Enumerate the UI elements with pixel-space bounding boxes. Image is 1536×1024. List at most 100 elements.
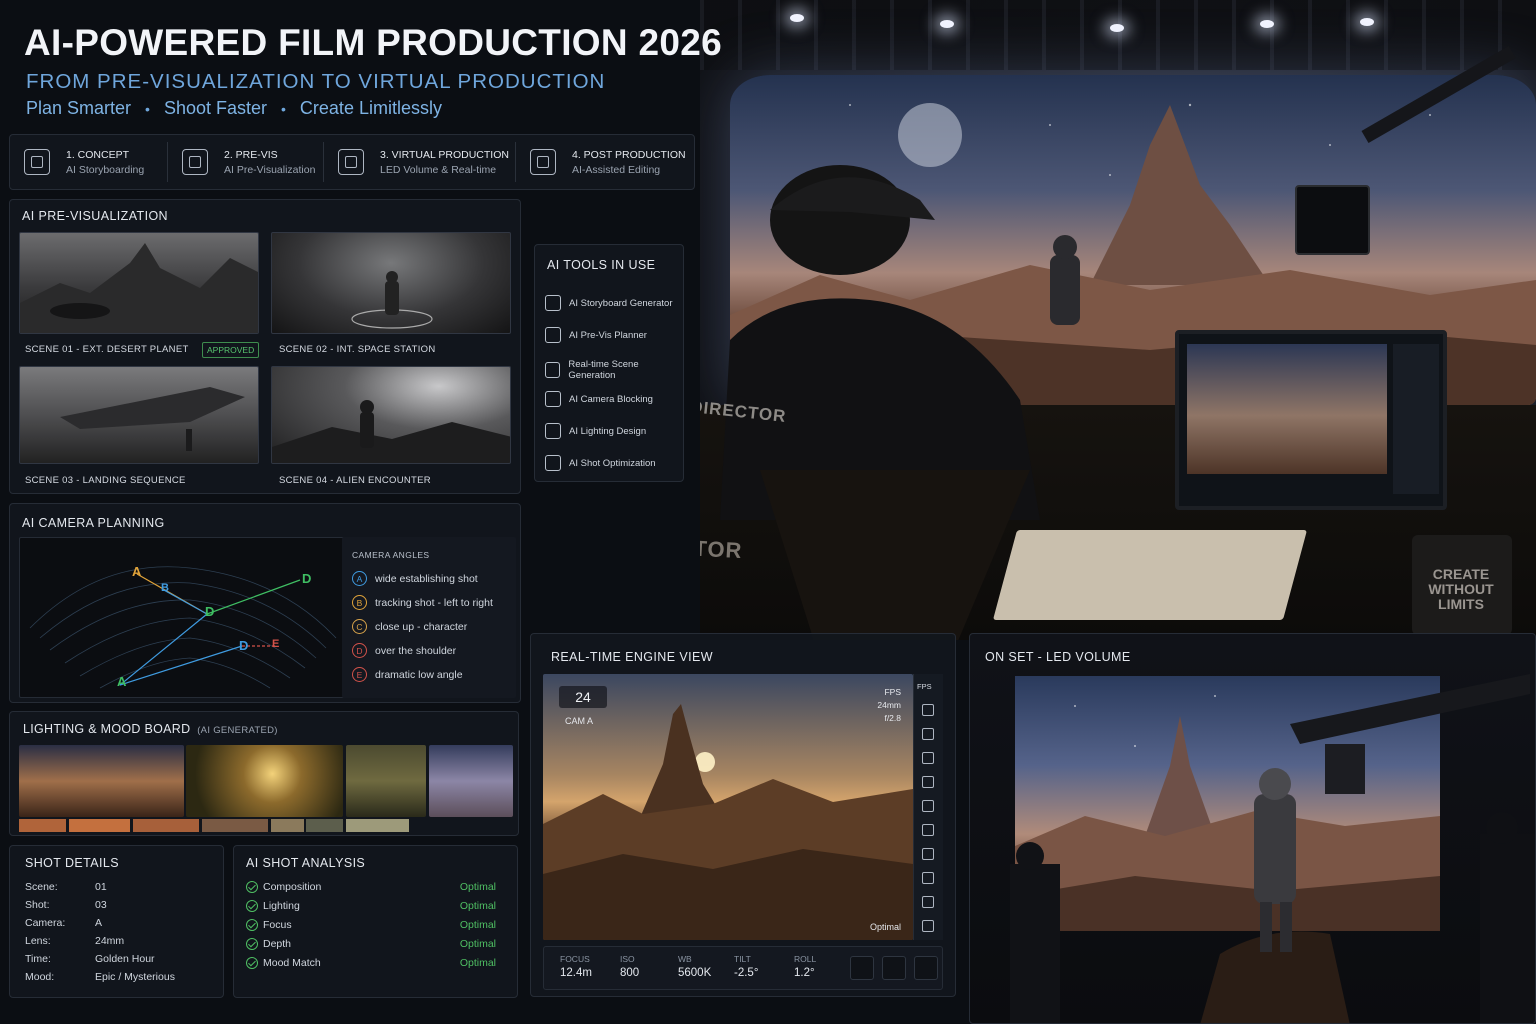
color-swatch[interactable] xyxy=(271,819,304,832)
lightbulb-icon xyxy=(545,423,561,439)
camera-readout-bar: FOCUS 12.4m ISO 800 WB 5600K TILT -2.5° ROLL… xyxy=(543,946,943,990)
previs-panel: AI PRE-VISUALIZATION SCENE 01 - EXT. DES… xyxy=(9,199,521,494)
panel-title: REAL-TIME ENGINE VIEW xyxy=(551,650,713,664)
analysis-label: Focus xyxy=(263,919,292,931)
angle-badge: E xyxy=(352,667,367,682)
workflow-step-virtual-production[interactable]: 3. VIRTUAL PRODUCTION LED Volume & Real-t… xyxy=(324,142,516,182)
alien-encounter-sketch xyxy=(272,400,510,463)
color-swatch[interactable] xyxy=(202,819,268,832)
coffee-mug: CREATE WITHOUT LIMITS xyxy=(1412,535,1512,635)
play-tool-icon[interactable] xyxy=(922,824,934,836)
color-swatch[interactable] xyxy=(69,819,130,832)
export-tool-icon[interactable] xyxy=(922,800,934,812)
camera-planning-panel: AI CAMERA PLANNING A B D D A D E CAMERA … xyxy=(9,503,521,703)
color-swatch[interactable] xyxy=(346,819,409,832)
scene-label: SCENE 04 - ALIEN ENCOUNTER xyxy=(279,475,431,486)
angle-item[interactable]: Cclose up - character xyxy=(352,619,467,634)
scene-thumbnail-01[interactable] xyxy=(19,232,259,334)
readout-value: 1.2° xyxy=(794,967,815,979)
mood-image-forest[interactable] xyxy=(186,745,343,817)
tool-item[interactable]: AI Pre-Vis Planner xyxy=(545,327,647,343)
move-tool-icon[interactable] xyxy=(922,704,934,716)
step-desc: LED Volume & Real-time xyxy=(380,163,497,176)
scene-thumbnail-03[interactable] xyxy=(19,366,259,464)
detail-key: Time: xyxy=(25,953,51,965)
link-icon[interactable] xyxy=(882,956,906,980)
side-fps-label: FPS xyxy=(917,682,932,691)
angle-item[interactable]: Edramatic low angle xyxy=(352,667,463,682)
check-icon xyxy=(246,900,258,912)
terrain-camera-map[interactable]: A B D D A D E xyxy=(19,537,345,698)
analysis-label: Mood Match xyxy=(263,957,321,969)
color-swatch[interactable] xyxy=(133,819,199,832)
angle-badge: D xyxy=(352,643,367,658)
tagline-item: Plan Smarter xyxy=(26,98,132,118)
workflow-step-post-production[interactable]: 4. POST PRODUCTION AI-Assisted Editing xyxy=(516,142,694,182)
color-swatch[interactable] xyxy=(19,819,66,832)
readout-value: 5600K xyxy=(678,967,712,979)
angle-item[interactable]: Btracking shot - left to right xyxy=(352,595,493,610)
tool-item[interactable]: AI Lighting Design xyxy=(545,423,646,439)
camera-blocking-icon xyxy=(545,391,561,407)
detail-row: Scene: 01 xyxy=(25,881,107,893)
scene-thumbnail-04[interactable] xyxy=(271,366,511,464)
mood-image-night[interactable] xyxy=(429,745,513,817)
previs-icon xyxy=(182,149,208,175)
angle-badge: C xyxy=(352,619,367,634)
tool-item[interactable]: AI Camera Blocking xyxy=(545,391,653,407)
chart-icon[interactable] xyxy=(850,956,874,980)
tool-label: Real-time Scene Generation xyxy=(568,359,639,381)
grid-tool-icon[interactable] xyxy=(922,848,934,860)
workflow-step-concept[interactable]: 1. CONCEPT AI Storyboarding xyxy=(10,142,168,182)
chevron-down-icon[interactable] xyxy=(922,920,934,932)
panel-title: LIGHTING & MOOD BOARD (AI GENERATED) xyxy=(23,722,278,736)
angle-item[interactable]: Awide establishing shot xyxy=(352,571,478,586)
mood-image-ruins[interactable] xyxy=(346,745,426,817)
tool-label: AI Shot Optimization xyxy=(569,457,656,469)
angle-item[interactable]: Dover the shoulder xyxy=(352,643,456,658)
map-marker[interactable]: B xyxy=(161,582,169,594)
angle-label: close up - character xyxy=(375,620,468,633)
analysis-row: Mood Match Optimal xyxy=(246,957,496,969)
studio-photo: DIRECTOR DIRECTOR CREATE WITHOUT LIMITS xyxy=(700,0,1536,640)
workflow-steps: 1. CONCEPT AI Storyboarding 2. PRE-VIS AI … xyxy=(9,134,695,190)
stage-light xyxy=(1360,18,1374,26)
lens-readout: FPS 24mm f/2.8 xyxy=(877,686,901,725)
stage-light xyxy=(1110,24,1124,32)
map-marker[interactable]: D xyxy=(205,604,214,619)
map-marker[interactable]: A xyxy=(117,674,126,689)
record-tool-icon[interactable] xyxy=(922,776,934,788)
workflow-step-previs[interactable]: 2. PRE-VIS AI Pre-Visualization xyxy=(168,142,324,182)
check-icon xyxy=(246,957,258,969)
scene-thumbnail-02[interactable] xyxy=(271,232,511,334)
map-marker[interactable]: D xyxy=(302,571,311,586)
camera-tool-icon[interactable] xyxy=(922,752,934,764)
panel-title-note: (AI GENERATED) xyxy=(197,725,278,736)
readout-tilt: TILT -2.5° xyxy=(734,954,758,979)
lighting-truss xyxy=(700,0,1536,70)
step-title: 1. CONCEPT xyxy=(66,148,130,161)
tool-item[interactable]: Real-time Scene Generation xyxy=(545,359,683,381)
map-marker[interactable]: A xyxy=(132,564,141,579)
page-subtitle: FROM PRE-VISUALIZATION TO VIRTUAL PRODUC… xyxy=(26,70,606,93)
map-marker[interactable]: E xyxy=(272,638,279,650)
target-tool-icon[interactable] xyxy=(922,872,934,884)
engine-viewport[interactable]: 24 CAM A FPS 24mm f/2.8 Optimal xyxy=(543,674,913,940)
scene-label: SCENE 02 - INT. SPACE STATION xyxy=(279,344,436,355)
color-swatch[interactable] xyxy=(306,819,343,832)
tool-item[interactable]: AI Shot Optimization xyxy=(545,455,656,471)
analysis-value: Optimal xyxy=(459,957,496,969)
step-desc: AI Pre-Visualization xyxy=(224,163,316,176)
panel-title: AI SHOT ANALYSIS xyxy=(246,856,366,870)
desert-planet-sketch xyxy=(20,243,258,333)
refresh-icon[interactable] xyxy=(914,956,938,980)
frame-tool-icon[interactable] xyxy=(922,728,934,740)
map-marker[interactable]: D xyxy=(239,638,248,653)
aperture-value: f/2.8 xyxy=(884,713,901,723)
mood-image-sunset[interactable] xyxy=(19,745,184,817)
tool-item[interactable]: AI Storyboard Generator xyxy=(545,295,673,311)
transform-tool-icon[interactable] xyxy=(922,896,934,908)
step-desc: AI Storyboarding xyxy=(66,163,145,176)
storyboard-notebook xyxy=(992,530,1308,620)
step-title: 2. PRE-VIS xyxy=(224,148,278,161)
